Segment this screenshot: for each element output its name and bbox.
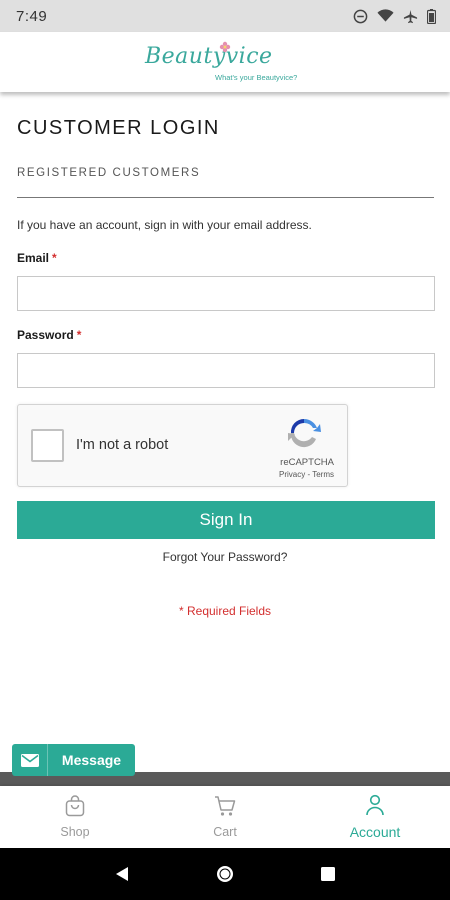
page-title: CUSTOMER LOGIN xyxy=(17,117,220,139)
status-icons xyxy=(353,8,436,24)
required-marker: * xyxy=(76,328,82,342)
password-field[interactable] xyxy=(17,353,435,388)
bag-icon xyxy=(65,795,85,822)
recaptcha-brand: reCAPTCHA xyxy=(280,457,334,468)
person-icon xyxy=(365,794,385,821)
intro-text: If you have an account, sign in with you… xyxy=(17,218,312,232)
recents-icon[interactable] xyxy=(308,854,348,894)
logo-tagline: What's your Beautyvice? xyxy=(215,73,298,82)
email-label-text: Email xyxy=(17,251,50,265)
email-label: Email * xyxy=(17,251,433,265)
password-label-text: Password xyxy=(17,328,74,342)
sign-in-button[interactable]: Sign In xyxy=(17,501,435,539)
nav-label-account: Account xyxy=(349,824,401,840)
back-icon[interactable] xyxy=(102,854,142,894)
required-marker: * xyxy=(52,251,57,265)
battery-icon xyxy=(427,8,436,24)
cart-icon xyxy=(214,795,236,822)
recaptcha-links[interactable]: Privacy - Terms xyxy=(279,470,334,479)
required-fields-note: * Required Fields xyxy=(178,604,272,618)
app-header: Beautyvice What's your Beautyvice? xyxy=(0,32,450,92)
nav-item-cart[interactable]: Cart xyxy=(150,786,300,848)
nav-label-shop: Shop xyxy=(60,825,90,839)
wifi-icon xyxy=(377,9,394,23)
nav-label-cart: Cart xyxy=(213,825,237,839)
logo-text: Beautyvice xyxy=(145,44,273,69)
bottom-nav: Shop Cart Account xyxy=(0,786,450,848)
home-icon[interactable] xyxy=(205,854,245,894)
section-label: REGISTERED CUSTOMERS xyxy=(17,167,201,179)
status-bar: 7:49 xyxy=(0,0,450,32)
flower-icon xyxy=(219,40,231,53)
message-button[interactable]: Message xyxy=(12,744,135,776)
divider xyxy=(17,197,434,198)
recaptcha-logo-icon xyxy=(286,415,322,451)
message-label: Message xyxy=(61,752,122,768)
recaptcha-widget: I'm not a robot reCAPTCHA Privacy - Term… xyxy=(17,404,348,487)
nav-item-account[interactable]: Account xyxy=(300,786,450,848)
forgot-password-link[interactable]: Forgot Your Password? xyxy=(17,550,433,564)
login-content: CUSTOMER LOGIN REGISTERED CUSTOMERS If y… xyxy=(0,95,450,618)
email-field[interactable] xyxy=(17,276,435,311)
logo[interactable]: Beautyvice What's your Beautyvice? xyxy=(145,38,305,86)
envelope-icon xyxy=(12,744,48,776)
recaptcha-label: I'm not a robot xyxy=(76,437,169,453)
system-nav-bar xyxy=(0,848,450,900)
recaptcha-checkbox[interactable] xyxy=(31,429,64,462)
password-label: Password * xyxy=(17,328,433,342)
nav-item-shop[interactable]: Shop xyxy=(0,786,150,848)
status-time: 7:49 xyxy=(16,7,48,25)
do-not-disturb-icon xyxy=(353,9,368,24)
airplane-icon xyxy=(403,9,418,24)
